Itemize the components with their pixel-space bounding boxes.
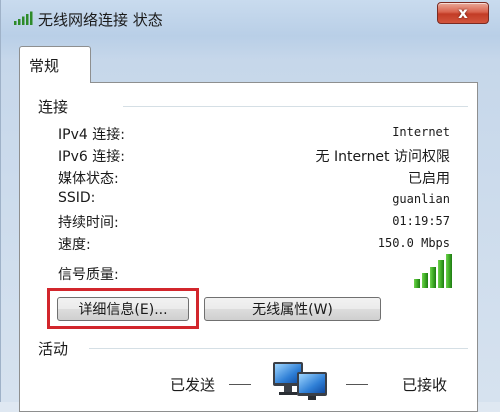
window-title: 无线网络连接 状态 xyxy=(38,11,163,29)
wireless-properties-button[interactable]: 无线属性(W) xyxy=(204,297,381,321)
media-state-label: 媒体状态: xyxy=(58,171,119,187)
sent-dash xyxy=(229,384,251,385)
network-computers-icon xyxy=(273,362,327,400)
wireless-signal-icon xyxy=(14,11,33,25)
connection-divider xyxy=(123,106,468,107)
connection-heading: 连接 xyxy=(38,98,69,116)
speed-value: 150.0 Mbps xyxy=(377,236,450,250)
activity-divider xyxy=(89,348,468,349)
media-state-value: 已启用 xyxy=(408,171,450,187)
title-bar[interactable]: 无线网络连接 状态 x xyxy=(1,0,500,36)
sent-label: 已发送 xyxy=(170,376,216,394)
signal-quality-label: 信号质量: xyxy=(58,267,119,283)
received-dash xyxy=(346,384,368,385)
ipv6-label: IPv6 连接: xyxy=(58,149,125,165)
close-button[interactable]: x xyxy=(437,2,489,24)
highlight-frame xyxy=(47,288,199,329)
received-label: 已接收 xyxy=(402,376,448,394)
speed-label: 速度: xyxy=(58,237,91,253)
status-window: 无线网络连接 状态 x 常规 连接 IPv4 连接: Internet IPv6… xyxy=(0,0,500,412)
tab-general[interactable]: 常规 xyxy=(19,46,91,83)
duration-value: 01:19:57 xyxy=(392,214,450,228)
activity-heading: 活动 xyxy=(38,340,69,358)
signal-strength-icon xyxy=(414,254,452,288)
close-icon: x xyxy=(458,4,468,22)
ipv4-value: Internet xyxy=(392,125,450,139)
tab-general-label: 常规 xyxy=(29,57,60,75)
ssid-value: guanlian xyxy=(392,192,450,206)
ipv4-label: IPv4 连接: xyxy=(58,127,125,143)
ssid-label: SSID: xyxy=(58,190,96,206)
ipv6-value: 无 Internet 访问权限 xyxy=(315,149,451,165)
duration-label: 持续时间: xyxy=(58,215,119,231)
